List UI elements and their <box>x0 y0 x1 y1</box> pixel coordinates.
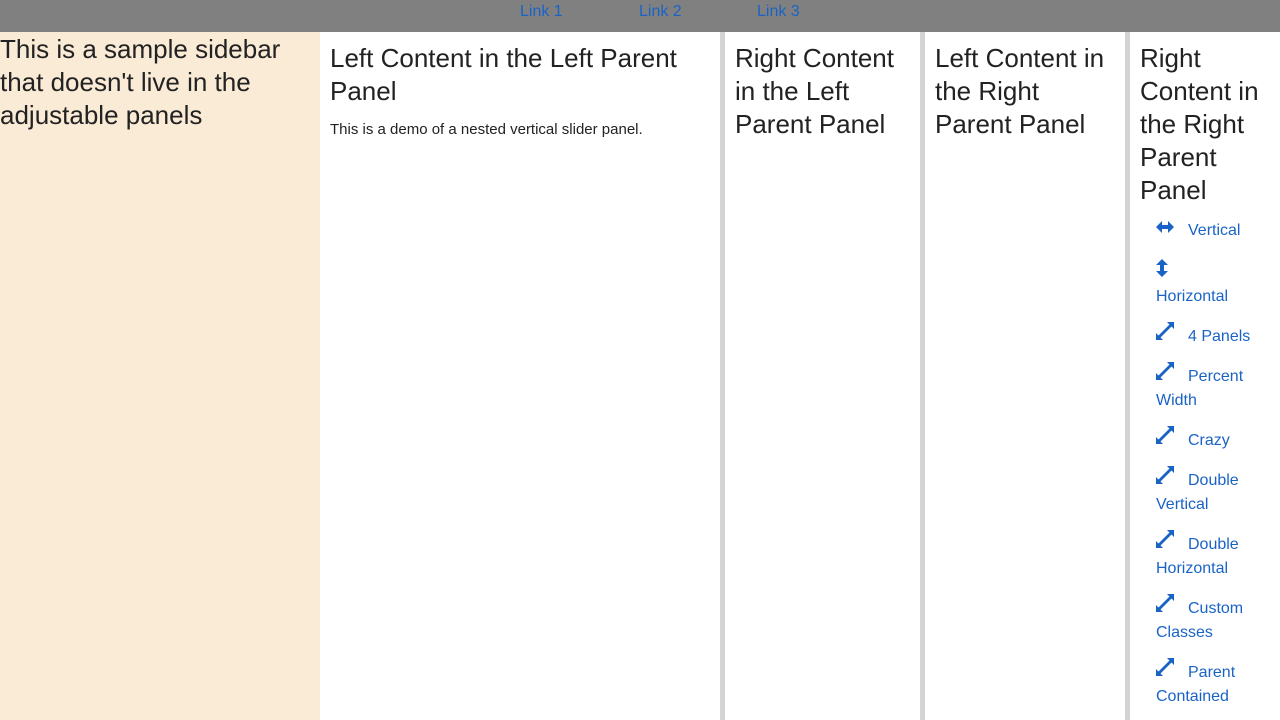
demo-label: Vertical <box>1188 222 1241 239</box>
demo-link-crazy[interactable]: Crazy <box>1156 425 1230 449</box>
demo-item: Custom Classes <box>1156 593 1270 645</box>
sidebar: This is a sample sidebar that doesn't li… <box>0 32 320 720</box>
sidebar-text: This is a sample sidebar that doesn't li… <box>0 34 281 130</box>
expand-icon <box>1156 465 1174 492</box>
demo-item: Double Vertical <box>1156 465 1270 517</box>
arrows-horizontal-icon <box>1156 217 1174 241</box>
left-parent-left-description: This is a demo of a nested vertical slid… <box>330 121 643 138</box>
demo-link-4-panels[interactable]: 4 Panels <box>1156 321 1251 345</box>
demo-label: Horizontal <box>1156 288 1229 305</box>
demo-item: Crazy <box>1156 425 1270 453</box>
demo-item: Double Horizontal <box>1156 529 1270 581</box>
right-parent-left-panel: Left Content in the Right Parent Panel <box>925 32 1125 720</box>
left-parent-left-panel: Left Content in the Left Parent Panel Th… <box>320 32 720 720</box>
demo-item: Horizontal <box>1156 259 1270 309</box>
expand-icon <box>1156 529 1174 556</box>
nav-link-3[interactable]: Link 3 <box>757 3 800 21</box>
demo-link-vertical[interactable]: Vertical <box>1156 220 1241 239</box>
demo-link-custom-classes[interactable]: Custom Classes <box>1156 593 1243 641</box>
expand-icon <box>1156 425 1174 452</box>
expand-icon <box>1156 593 1174 620</box>
arrows-vertical-icon <box>1156 259 1256 285</box>
demo-item: Vertical <box>1156 219 1270 243</box>
right-parent-left-title: Left Content in the Right Parent Panel <box>935 43 1105 139</box>
demo-label: Crazy <box>1188 432 1230 449</box>
top-nav-bar: Link 1 Link 2 Link 3 <box>0 0 1280 32</box>
right-parent-right-panel: Right Content in the Right Parent Panel … <box>1130 32 1280 720</box>
demo-links-list: Vertical Horizontal 4 Panels Percent Wid… <box>1140 219 1270 709</box>
nav-link-2[interactable]: Link 2 <box>639 3 682 21</box>
demo-link-parent-contained[interactable]: Parent Contained <box>1156 657 1235 705</box>
expand-icon <box>1156 657 1174 684</box>
demo-item: Percent Width <box>1156 361 1270 413</box>
left-parent-left-title: Left Content in the Left Parent Panel <box>330 43 677 106</box>
nav-link-1[interactable]: Link 1 <box>520 3 563 21</box>
expand-icon <box>1156 361 1174 388</box>
demo-item: 4 Panels <box>1156 321 1270 349</box>
demo-link-percent-width[interactable]: Percent Width <box>1156 361 1243 409</box>
expand-icon <box>1156 321 1174 348</box>
demo-link-double-horizontal[interactable]: Double Horizontal <box>1156 529 1239 577</box>
demo-label: 4 Panels <box>1188 328 1251 345</box>
left-parent-right-title: Right Content in the Left Parent Panel <box>735 43 894 139</box>
demo-item: Parent Contained <box>1156 657 1270 709</box>
demo-link-double-vertical[interactable]: Double Vertical <box>1156 465 1239 513</box>
demo-link-horizontal[interactable]: Horizontal <box>1156 259 1270 305</box>
left-parent-right-panel: Right Content in the Left Parent Panel <box>725 32 920 720</box>
right-parent-right-title: Right Content in the Right Parent Panel <box>1140 43 1259 205</box>
